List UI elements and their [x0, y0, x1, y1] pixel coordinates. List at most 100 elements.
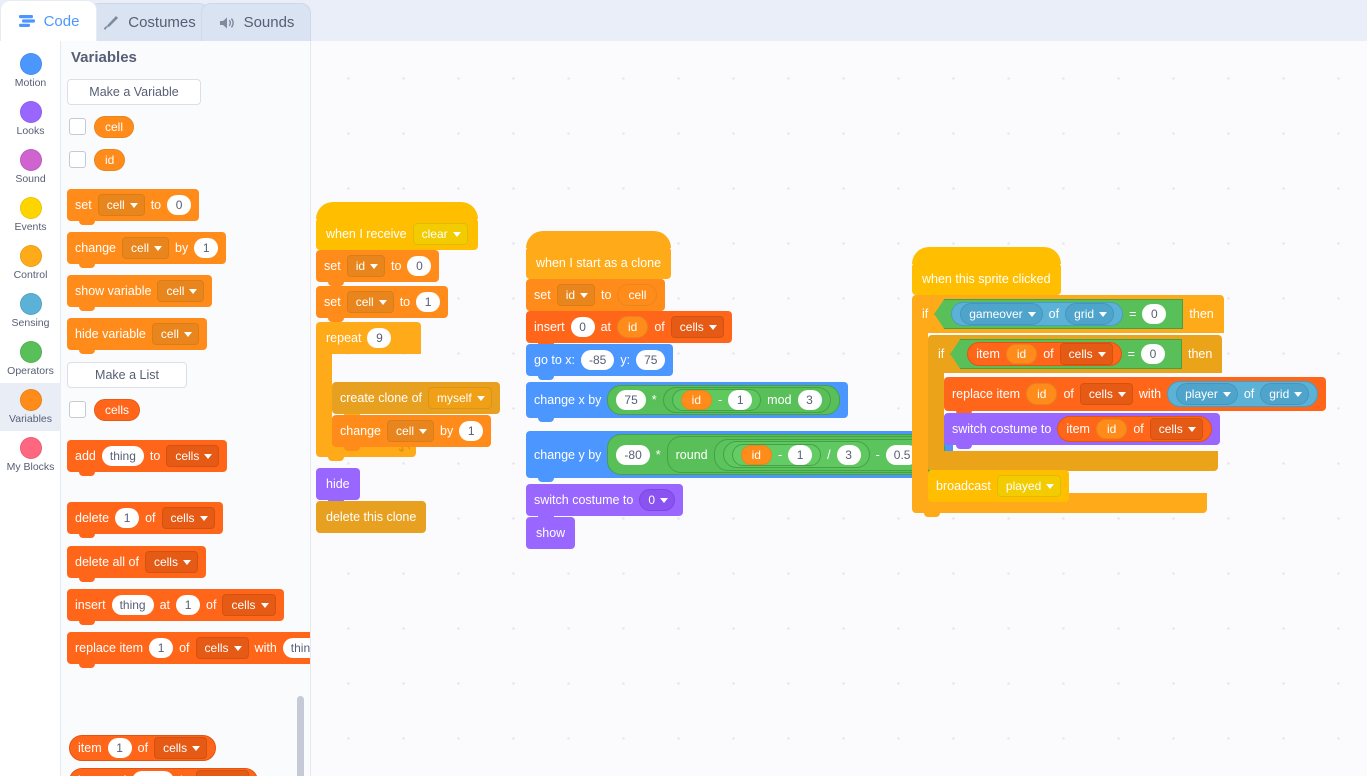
- make-a-list-button[interactable]: Make a List: [67, 362, 187, 388]
- x-input[interactable]: -85: [581, 350, 615, 370]
- index-input[interactable]: 1: [176, 595, 201, 615]
- palette-block-add-to-list[interactable]: add thing to cells: [67, 440, 228, 476]
- sidebar-item-motion[interactable]: Motion: [0, 47, 61, 95]
- subtract-right-input[interactable]: 1: [728, 390, 753, 410]
- variable-dropdown[interactable]: id: [556, 284, 596, 306]
- variable-dropdown[interactable]: cell: [387, 420, 435, 442]
- sensing-property-of[interactable]: player of grid: [1167, 381, 1319, 407]
- sidebar-item-sensing[interactable]: Sensing: [0, 287, 61, 335]
- list-item-of[interactable]: item id of cells: [967, 342, 1122, 366]
- list-dropdown[interactable]: cells: [1059, 343, 1113, 365]
- list-dropdown[interactable]: cells: [222, 594, 276, 616]
- block-go-to-xy[interactable]: go to x: -85 y: 75: [526, 344, 674, 380]
- block-set-id-to-0[interactable]: set id to 0: [316, 250, 440, 286]
- list-dropdown[interactable]: cells: [1149, 418, 1203, 440]
- list-checkbox-cells[interactable]: [69, 401, 86, 418]
- hat-when-i-receive[interactable]: when I receive clear: [316, 202, 478, 250]
- block-set-cell-to-1[interactable]: set cell to 1: [316, 286, 449, 322]
- hat-when-i-start-as-a-clone[interactable]: when I start as a clone: [526, 231, 672, 279]
- operator-subtract-inner[interactable]: id - 1: [731, 443, 822, 466]
- block-if-item-id-of-cells-equals-0[interactable]: if item id of cells = 0 then: [928, 335, 1223, 471]
- palette-block-replace-item-of-list[interactable]: replace item 1 of cells with thing: [67, 632, 310, 668]
- operator-multiply[interactable]: 75 * id - 1 mod 3: [607, 385, 840, 415]
- tab-sounds[interactable]: Sounds: [201, 3, 311, 41]
- repeat-count-input[interactable]: 9: [367, 328, 392, 348]
- block-change-cell-by-1[interactable]: change cell by 1: [332, 415, 492, 451]
- operator-equals-outer[interactable]: gameover of grid = 0: [934, 299, 1184, 329]
- index-input[interactable]: 1: [107, 738, 132, 758]
- object-dropdown[interactable]: grid: [1260, 383, 1310, 405]
- sensing-property-of[interactable]: gameover of grid: [951, 302, 1124, 326]
- thing-input[interactable]: thing: [101, 446, 144, 466]
- clone-target-dropdown[interactable]: myself: [428, 387, 492, 409]
- variable-reporter-cell[interactable]: cell: [94, 116, 135, 138]
- sidebar-item-operators[interactable]: Operators: [0, 335, 61, 383]
- subtract-inner-right-input[interactable]: 1: [788, 444, 813, 465]
- make-a-variable-button[interactable]: Make a Variable: [67, 79, 201, 105]
- variable-reporter-id[interactable]: id: [1026, 383, 1058, 405]
- sidebar-item-control[interactable]: Control: [0, 239, 61, 287]
- palette-block-delete-of-list[interactable]: delete 1 of cells: [67, 502, 223, 538]
- block-change-y-by[interactable]: change y by -80 * round id - 1 / 3 - 0.5: [526, 431, 954, 482]
- if-header-outer[interactable]: if gameover of grid = 0 then: [912, 295, 1224, 333]
- block-hide[interactable]: hide: [316, 468, 360, 504]
- property-dropdown[interactable]: gameover: [960, 303, 1043, 325]
- operator-mod[interactable]: id - 1 mod 3: [662, 387, 831, 413]
- operator-equals-inner[interactable]: item id of cells = 0: [950, 339, 1182, 369]
- message-dropdown[interactable]: clear: [412, 223, 468, 245]
- variable-dropdown[interactable]: cell: [157, 280, 205, 302]
- value-input[interactable]: 1: [416, 292, 441, 312]
- code-canvas[interactable]: when I receive clear set id to 0 set cel…: [311, 41, 1367, 776]
- hat-when-this-sprite-clicked[interactable]: when this sprite clicked: [912, 247, 1061, 295]
- thing-input[interactable]: thing: [282, 638, 310, 658]
- value-input[interactable]: 1: [459, 421, 484, 441]
- equals-right-input[interactable]: 0: [1142, 304, 1167, 324]
- divide-right-input[interactable]: 3: [836, 444, 861, 465]
- block-palette[interactable]: Variables Make a Variable cell id set ce…: [61, 41, 311, 776]
- y-input[interactable]: 75: [636, 350, 666, 370]
- variable-reporter-id[interactable]: id: [1005, 344, 1038, 364]
- operator-divide[interactable]: id - 1 / 3: [722, 441, 870, 468]
- variable-dropdown[interactable]: cell: [346, 291, 394, 313]
- block-switch-costume-to[interactable]: switch costume to 0: [526, 484, 684, 520]
- sidebar-item-looks[interactable]: Looks: [0, 95, 61, 143]
- variable-checkbox-cell[interactable]: [69, 118, 86, 135]
- list-reporter-cells[interactable]: cells: [94, 399, 141, 421]
- block-insert-0-at-id-of-cells[interactable]: insert 0 at id of cells: [526, 311, 732, 347]
- list-dropdown[interactable]: cells: [195, 770, 249, 776]
- variable-checkbox-id[interactable]: [69, 151, 86, 168]
- variable-dropdown[interactable]: cell: [122, 237, 170, 259]
- palette-scrollbar[interactable]: [297, 696, 304, 776]
- index-input[interactable]: 1: [115, 508, 140, 528]
- costume-dropdown[interactable]: 0: [639, 489, 676, 511]
- variable-reporter-id[interactable]: id: [740, 444, 772, 465]
- variable-reporter-id[interactable]: id: [94, 149, 126, 171]
- block-broadcast[interactable]: broadcast played: [928, 470, 1070, 502]
- tab-costumes[interactable]: Costumes: [89, 3, 209, 41]
- operator-round[interactable]: round id - 1 / 3 - 0.5: [666, 436, 937, 473]
- equals-right-input[interactable]: 0: [1140, 344, 1165, 364]
- variable-dropdown[interactable]: cell: [151, 323, 199, 345]
- palette-block-delete-all-of-list[interactable]: delete all of cells: [67, 546, 206, 582]
- list-dropdown[interactable]: cells: [166, 445, 220, 467]
- if-header-inner[interactable]: if item id of cells = 0 then: [928, 335, 1223, 373]
- block-repeat[interactable]: repeat 9 ↶: [316, 322, 421, 461]
- repeat-header[interactable]: repeat 9: [316, 322, 421, 354]
- value-input[interactable]: 0: [570, 317, 595, 337]
- variable-reporter-id[interactable]: id: [680, 390, 712, 410]
- list-item-of[interactable]: item id of cells: [1057, 416, 1212, 442]
- palette-block-set-variable[interactable]: set cell to 0: [67, 189, 200, 225]
- list-dropdown[interactable]: cells: [154, 737, 208, 759]
- thing-input[interactable]: thing: [131, 771, 174, 776]
- property-dropdown[interactable]: player: [1176, 383, 1238, 405]
- palette-block-change-variable[interactable]: change cell by 1: [67, 232, 227, 268]
- block-set-id-to-cell[interactable]: set id to cell: [526, 279, 666, 315]
- sidebar-item-events[interactable]: Events: [0, 191, 61, 239]
- block-change-x-by[interactable]: change x by 75 * id - 1 mod 3: [526, 382, 848, 422]
- value-input[interactable]: 1: [194, 238, 219, 258]
- multiply-left-input[interactable]: -80: [616, 444, 650, 465]
- list-dropdown[interactable]: cells: [195, 637, 249, 659]
- sidebar-item-sound[interactable]: Sound: [0, 143, 61, 191]
- palette-block-item-number-of-list[interactable]: item # of thing in cells: [69, 768, 258, 776]
- palette-block-hide-variable[interactable]: hide variable cell: [67, 318, 207, 354]
